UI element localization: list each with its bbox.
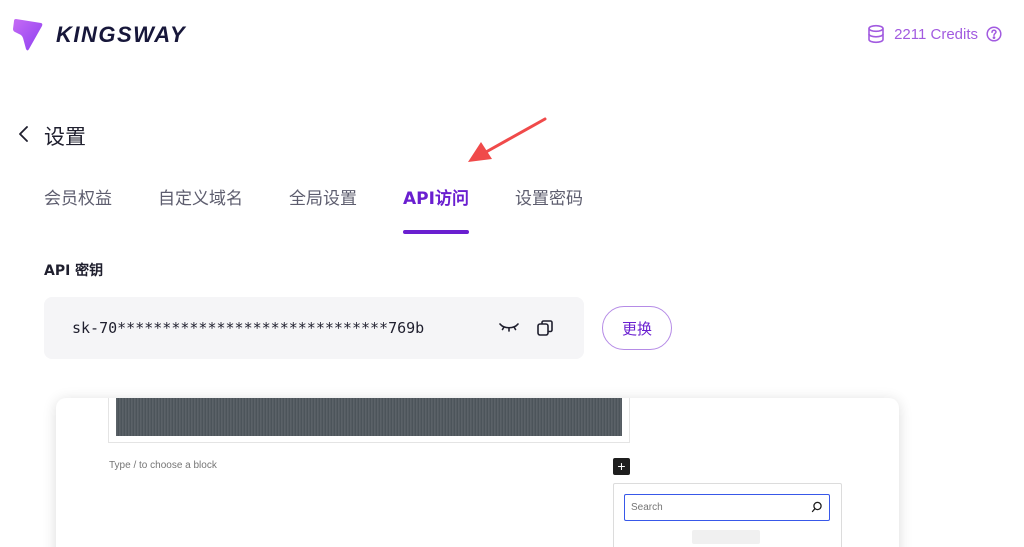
api-key-value: sk-70******************************769b — [72, 319, 425, 337]
image-block-frame — [108, 398, 630, 443]
tab-set-password[interactable]: 设置密码 — [515, 184, 583, 234]
tab-membership-benefits[interactable]: 会员权益 — [44, 184, 112, 234]
tab-global-settings[interactable]: 全局设置 — [289, 184, 357, 234]
copy-button[interactable] — [534, 317, 556, 339]
credits-text: 2211 Credits — [894, 25, 978, 43]
api-key-label: API 密钥 — [44, 263, 104, 279]
inserter-block-item[interactable] — [692, 530, 760, 544]
toggle-visibility-button[interactable] — [498, 317, 520, 337]
page-title: 设置 — [44, 125, 86, 149]
eye-closed-icon — [499, 323, 519, 332]
logo-mark-icon — [13, 19, 43, 51]
coins-icon — [868, 24, 884, 44]
api-key-field: sk-70******************************769b — [44, 297, 584, 359]
back-button[interactable] — [12, 121, 34, 147]
add-block-button[interactable]: + — [613, 458, 630, 475]
editor-preview: Type / to choose a block + — [56, 398, 899, 547]
credits-balance[interactable]: 2211 Credits — [866, 24, 1002, 44]
inserter-search-input[interactable] — [625, 495, 795, 520]
tab-custom-domain[interactable]: 自定义域名 — [158, 184, 243, 234]
block-inserter-panel — [613, 483, 842, 547]
change-key-button[interactable]: 更换 — [602, 306, 672, 350]
chevron-left-icon — [19, 126, 28, 142]
brand-name: KINGSWAY — [56, 22, 187, 47]
help-icon[interactable] — [986, 26, 1002, 42]
tab-api-access[interactable]: API访问 — [403, 184, 469, 234]
search-icon — [811, 501, 822, 513]
copy-icon — [537, 320, 553, 336]
settings-tabs: 会员权益 自定义域名 全局设置 API访问 设置密码 — [44, 184, 629, 234]
annotation-arrow-icon — [468, 117, 547, 162]
inserter-search-box — [624, 494, 830, 521]
block-placeholder-text[interactable]: Type / to choose a block — [109, 460, 217, 471]
image-block — [116, 398, 622, 436]
brand-logo[interactable]: KINGSWAY — [12, 18, 186, 52]
